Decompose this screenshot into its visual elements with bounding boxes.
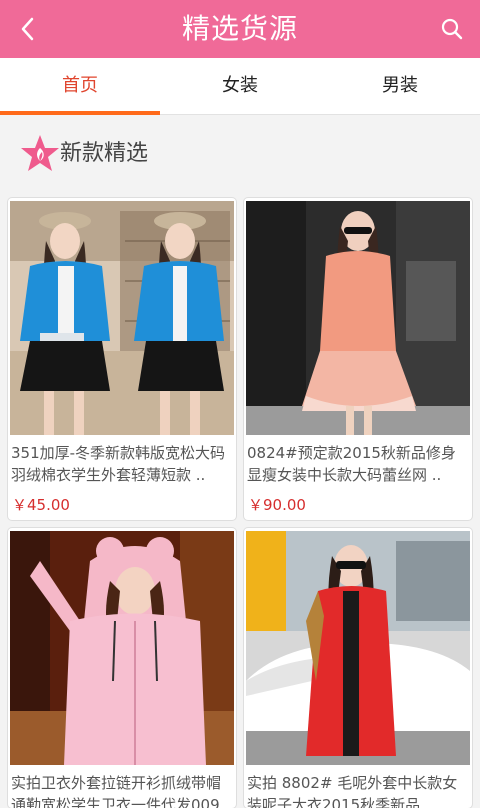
product-name: 实拍 8802# 毛呢外套中长款女装呢子大衣2015秋季新品 [247,774,458,808]
product-price: ￥90.00 [248,496,306,514]
category-tabs: 首页 女装 男装 [0,58,480,115]
search-icon [441,18,463,40]
product-card[interactable]: 0824#预定款2015秋新品修身显瘦女装中长款大码蕾丝网 .. ￥90.00 [244,198,472,520]
product-image [246,201,470,435]
product-name: 实拍卫衣外套拉链开衫抓绒带帽通勤宽松学生卫衣一件代发009 [11,774,222,808]
product-price: ￥45.00 [12,496,70,514]
star-icon [21,135,59,171]
product-card[interactable]: 351加厚-冬季新款韩版宽松大码羽绒棉衣学生外套轻薄短款 .. ￥45.00 [8,198,236,520]
product-image [246,531,470,765]
page-title: 精选货源 [181,12,298,45]
product-card[interactable]: 实拍 8802# 毛呢外套中长款女装呢子大衣2015秋季新品 [244,528,472,808]
search-button[interactable] [436,13,468,45]
section-title: 新款精选 [60,141,149,166]
product-image [10,201,234,435]
product-name: 351加厚-冬季新款韩版宽松大码羽绒棉衣学生外套轻薄短款 .. [11,444,226,484]
section-header: 新款精选 [0,115,480,195]
tab-womens[interactable]: 女装 [160,58,320,114]
tab-home[interactable]: 首页 [0,58,160,115]
top-app-bar: 精选货源 [0,0,480,58]
product-image [10,531,234,765]
product-card[interactable]: 实拍卫衣外套拉链开衫抓绒带帽通勤宽松学生卫衣一件代发009 [8,528,236,808]
tab-mens[interactable]: 男装 [320,58,480,114]
product-name: 0824#预定款2015秋新品修身显瘦女装中长款大码蕾丝网 .. [247,444,456,484]
